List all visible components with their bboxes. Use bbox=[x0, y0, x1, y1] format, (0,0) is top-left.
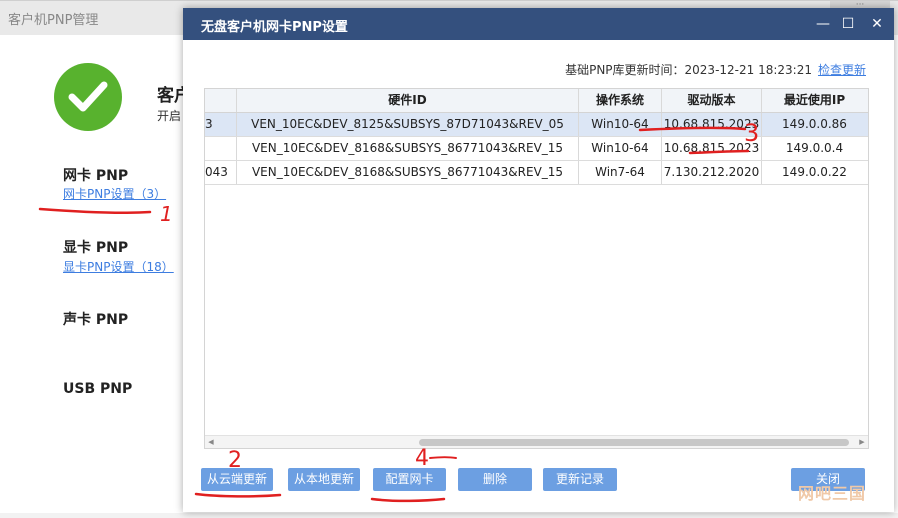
close-icon[interactable]: ✕ bbox=[866, 13, 888, 35]
column-header-hardware-id[interactable]: 硬件ID bbox=[237, 89, 579, 112]
table-cell-os: Win7-64 bbox=[579, 161, 662, 184]
scrollbar-thumb[interactable] bbox=[419, 439, 849, 446]
table-cell-os: Win10-64 bbox=[579, 137, 662, 160]
column-header-driver-version[interactable]: 驱动版本 bbox=[662, 89, 762, 112]
dialog-title: 无盘客户机网卡PNP设置 bbox=[201, 20, 348, 35]
horizontal-scrollbar[interactable]: ◀ ▶ bbox=[205, 435, 868, 448]
gpu-pnp-settings-link[interactable]: 显卡PNP设置（18） bbox=[63, 258, 174, 275]
table-row[interactable]: 3 VEN_10EC&DEV_8125&SUBSYS_87D71043&REV_… bbox=[205, 113, 868, 137]
dialog-titlebar[interactable]: 无盘客户机网卡PNP设置 — ☐ ✕ bbox=[183, 8, 894, 40]
table-cell-os: Win10-64 bbox=[579, 113, 662, 136]
update-from-local-button[interactable]: 从本地更新 bbox=[288, 468, 360, 491]
table-cell-index: 043 bbox=[205, 161, 237, 184]
nic-pnp-dialog: 无盘客户机网卡PNP设置 — ☐ ✕ 基础PNP库更新时间：2023-12-21… bbox=[183, 8, 894, 512]
delete-button[interactable]: 删除 bbox=[458, 468, 532, 491]
table-cell-hardware-id: VEN_10EC&DEV_8125&SUBSYS_87D71043&REV_05 bbox=[237, 113, 579, 136]
minimize-icon[interactable]: — bbox=[812, 13, 834, 35]
section-usb-pnp: USB PNP bbox=[63, 381, 133, 397]
table-header: 硬件ID 操作系统 驱动版本 最近使用IP bbox=[205, 89, 868, 113]
nic-table: 硬件ID 操作系统 驱动版本 最近使用IP 3 VEN_10EC&DEV_812… bbox=[204, 88, 869, 449]
table-cell-driver-version: 10.68.815.2023 bbox=[662, 113, 762, 136]
nic-pnp-settings-link[interactable]: 网卡PNP设置（3） bbox=[63, 185, 166, 202]
table-cell-driver-version: 7.130.212.2020 bbox=[662, 161, 762, 184]
update-from-cloud-button[interactable]: 从云端更新 bbox=[201, 468, 273, 491]
table-cell-hardware-id: VEN_10EC&DEV_8168&SUBSYS_86771043&REV_15 bbox=[237, 161, 579, 184]
table-cell-last-ip: 149.0.0.4 bbox=[785, 141, 844, 155]
section-sound-pnp: 声卡 PNP bbox=[63, 312, 129, 328]
column-header-last-ip[interactable]: 最近使用IP bbox=[762, 89, 867, 112]
configure-nic-button[interactable]: 配置网卡 bbox=[373, 468, 446, 491]
table-cell-last-ip: 149.0.0.22 bbox=[782, 165, 847, 179]
table-cell-index bbox=[205, 137, 237, 160]
scroll-right-icon[interactable]: ▶ bbox=[856, 436, 868, 448]
table-cell-driver-version: 10.68.815.2023 bbox=[662, 137, 762, 160]
check-update-link[interactable]: 检查更新 bbox=[818, 63, 866, 77]
background-title: 客户机PNP管理 bbox=[8, 13, 99, 28]
maximize-icon[interactable]: ☐ bbox=[837, 13, 859, 35]
table-row[interactable]: VEN_10EC&DEV_8168&SUBSYS_86771043&REV_15… bbox=[205, 137, 868, 161]
table-cell-last-ip: 149.0.0.86 bbox=[782, 117, 847, 131]
pnp-update-time: 基础PNP库更新时间：2023-12-21 18:23:21 bbox=[565, 63, 812, 77]
scroll-left-icon[interactable]: ◀ bbox=[205, 436, 217, 448]
background-bottom-strip bbox=[0, 513, 898, 518]
section-nic-pnp: 网卡 PNP bbox=[63, 168, 129, 184]
update-history-button[interactable]: 更新记录 bbox=[543, 468, 617, 491]
column-header-os[interactable]: 操作系统 bbox=[579, 89, 662, 112]
table-row[interactable]: 043 VEN_10EC&DEV_8168&SUBSYS_86771043&RE… bbox=[205, 161, 868, 185]
background-subtext: 开启 bbox=[157, 109, 182, 123]
table-cell-index: 3 bbox=[205, 113, 237, 136]
watermark-logo: 网吧三国 bbox=[797, 484, 866, 503]
success-check-icon bbox=[54, 63, 122, 131]
section-gpu-pnp: 显卡 PNP bbox=[63, 240, 129, 256]
pnp-update-info: 基础PNP库更新时间：2023-12-21 18:23:21 检查更新 bbox=[565, 61, 866, 78]
column-header-index[interactable] bbox=[205, 89, 237, 112]
table-cell-hardware-id: VEN_10EC&DEV_8168&SUBSYS_86771043&REV_15 bbox=[237, 137, 579, 160]
